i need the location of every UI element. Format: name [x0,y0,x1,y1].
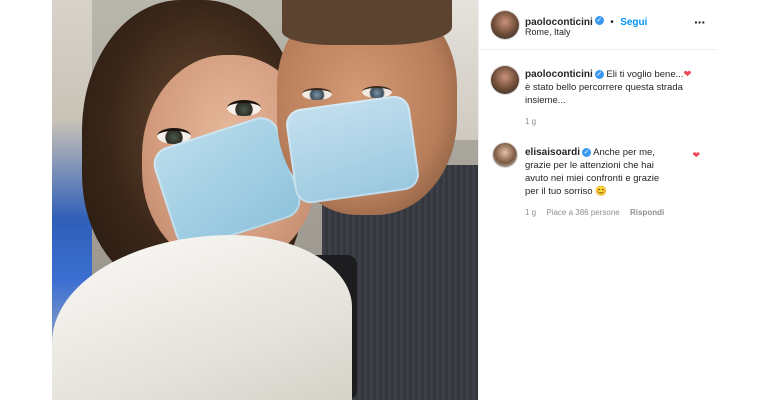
white-blazer [52,235,352,400]
smile-emoji-icon: 😊 [595,186,608,197]
comment-line-4: per il tuo sorriso 😊 [525,185,695,198]
caption-line-1: paoloconticini ✓ Eli ti voglio bene...❤ [525,68,705,81]
caption-author-username[interactable]: paoloconticini [525,69,593,80]
caption-meta: 1 g [525,117,705,126]
more-horizontal-icon[interactable]: ··· [694,14,706,30]
comment: elisaisoardi ✓ Anche per me, grazie per l… [525,146,695,217]
verified-badge-icon: ✓ [594,69,604,79]
comment-text-3: avuto nei miei confronti e grazie [525,173,660,184]
caption-text-1: Eli ti voglio bene... [606,69,684,80]
verified-badge-icon: ✓ [582,147,592,157]
comment-author-avatar[interactable] [493,143,517,167]
comment-text-4: per il tuo sorriso [525,186,593,197]
post-header: paoloconticini ✓ • Segui Rome, Italy ··· [479,0,717,50]
comment-line-1: elisaisoardi ✓ Anche per me, [525,146,695,159]
verified-badge-icon: ✓ [594,16,604,26]
follow-button[interactable]: Segui [620,17,647,28]
comment-like-heart-icon[interactable]: ❤ [692,150,700,161]
post-photo[interactable] [52,0,478,400]
heart-emoji-icon: ❤ [683,69,692,80]
caption-text-3: insieme... [525,95,566,106]
comment-text-1: Anche per me, [593,147,655,158]
man-hair [282,0,452,45]
reply-button[interactable]: Rispondi [630,208,664,217]
comment-text-2: grazie per le attenzioni che hai [525,160,654,171]
caption: paoloconticini ✓ Eli ti voglio bene...❤ è… [525,68,705,126]
caption-time: 1 g [525,117,537,126]
caption-text-2: è stato bello percorrere questa strada [525,82,683,93]
man-eye-left [302,88,332,100]
comment-likes[interactable]: Piace a 386 persone [546,208,619,217]
separator-dot: • [610,17,614,28]
author-avatar[interactable] [491,11,519,39]
caption-author-avatar[interactable] [491,66,519,94]
man-face-mask [283,93,422,206]
comment-meta: 1 g Piace a 386 persone Rispondi [525,208,695,217]
comment-time: 1 g [525,208,537,217]
woman-eye-right [227,100,261,116]
comment-author-username[interactable]: elisaisoardi [525,147,580,158]
post-side-panel: paoloconticini ✓ • Segui Rome, Italy ··· … [478,0,717,400]
post-location[interactable]: Rome, Italy [525,27,571,37]
